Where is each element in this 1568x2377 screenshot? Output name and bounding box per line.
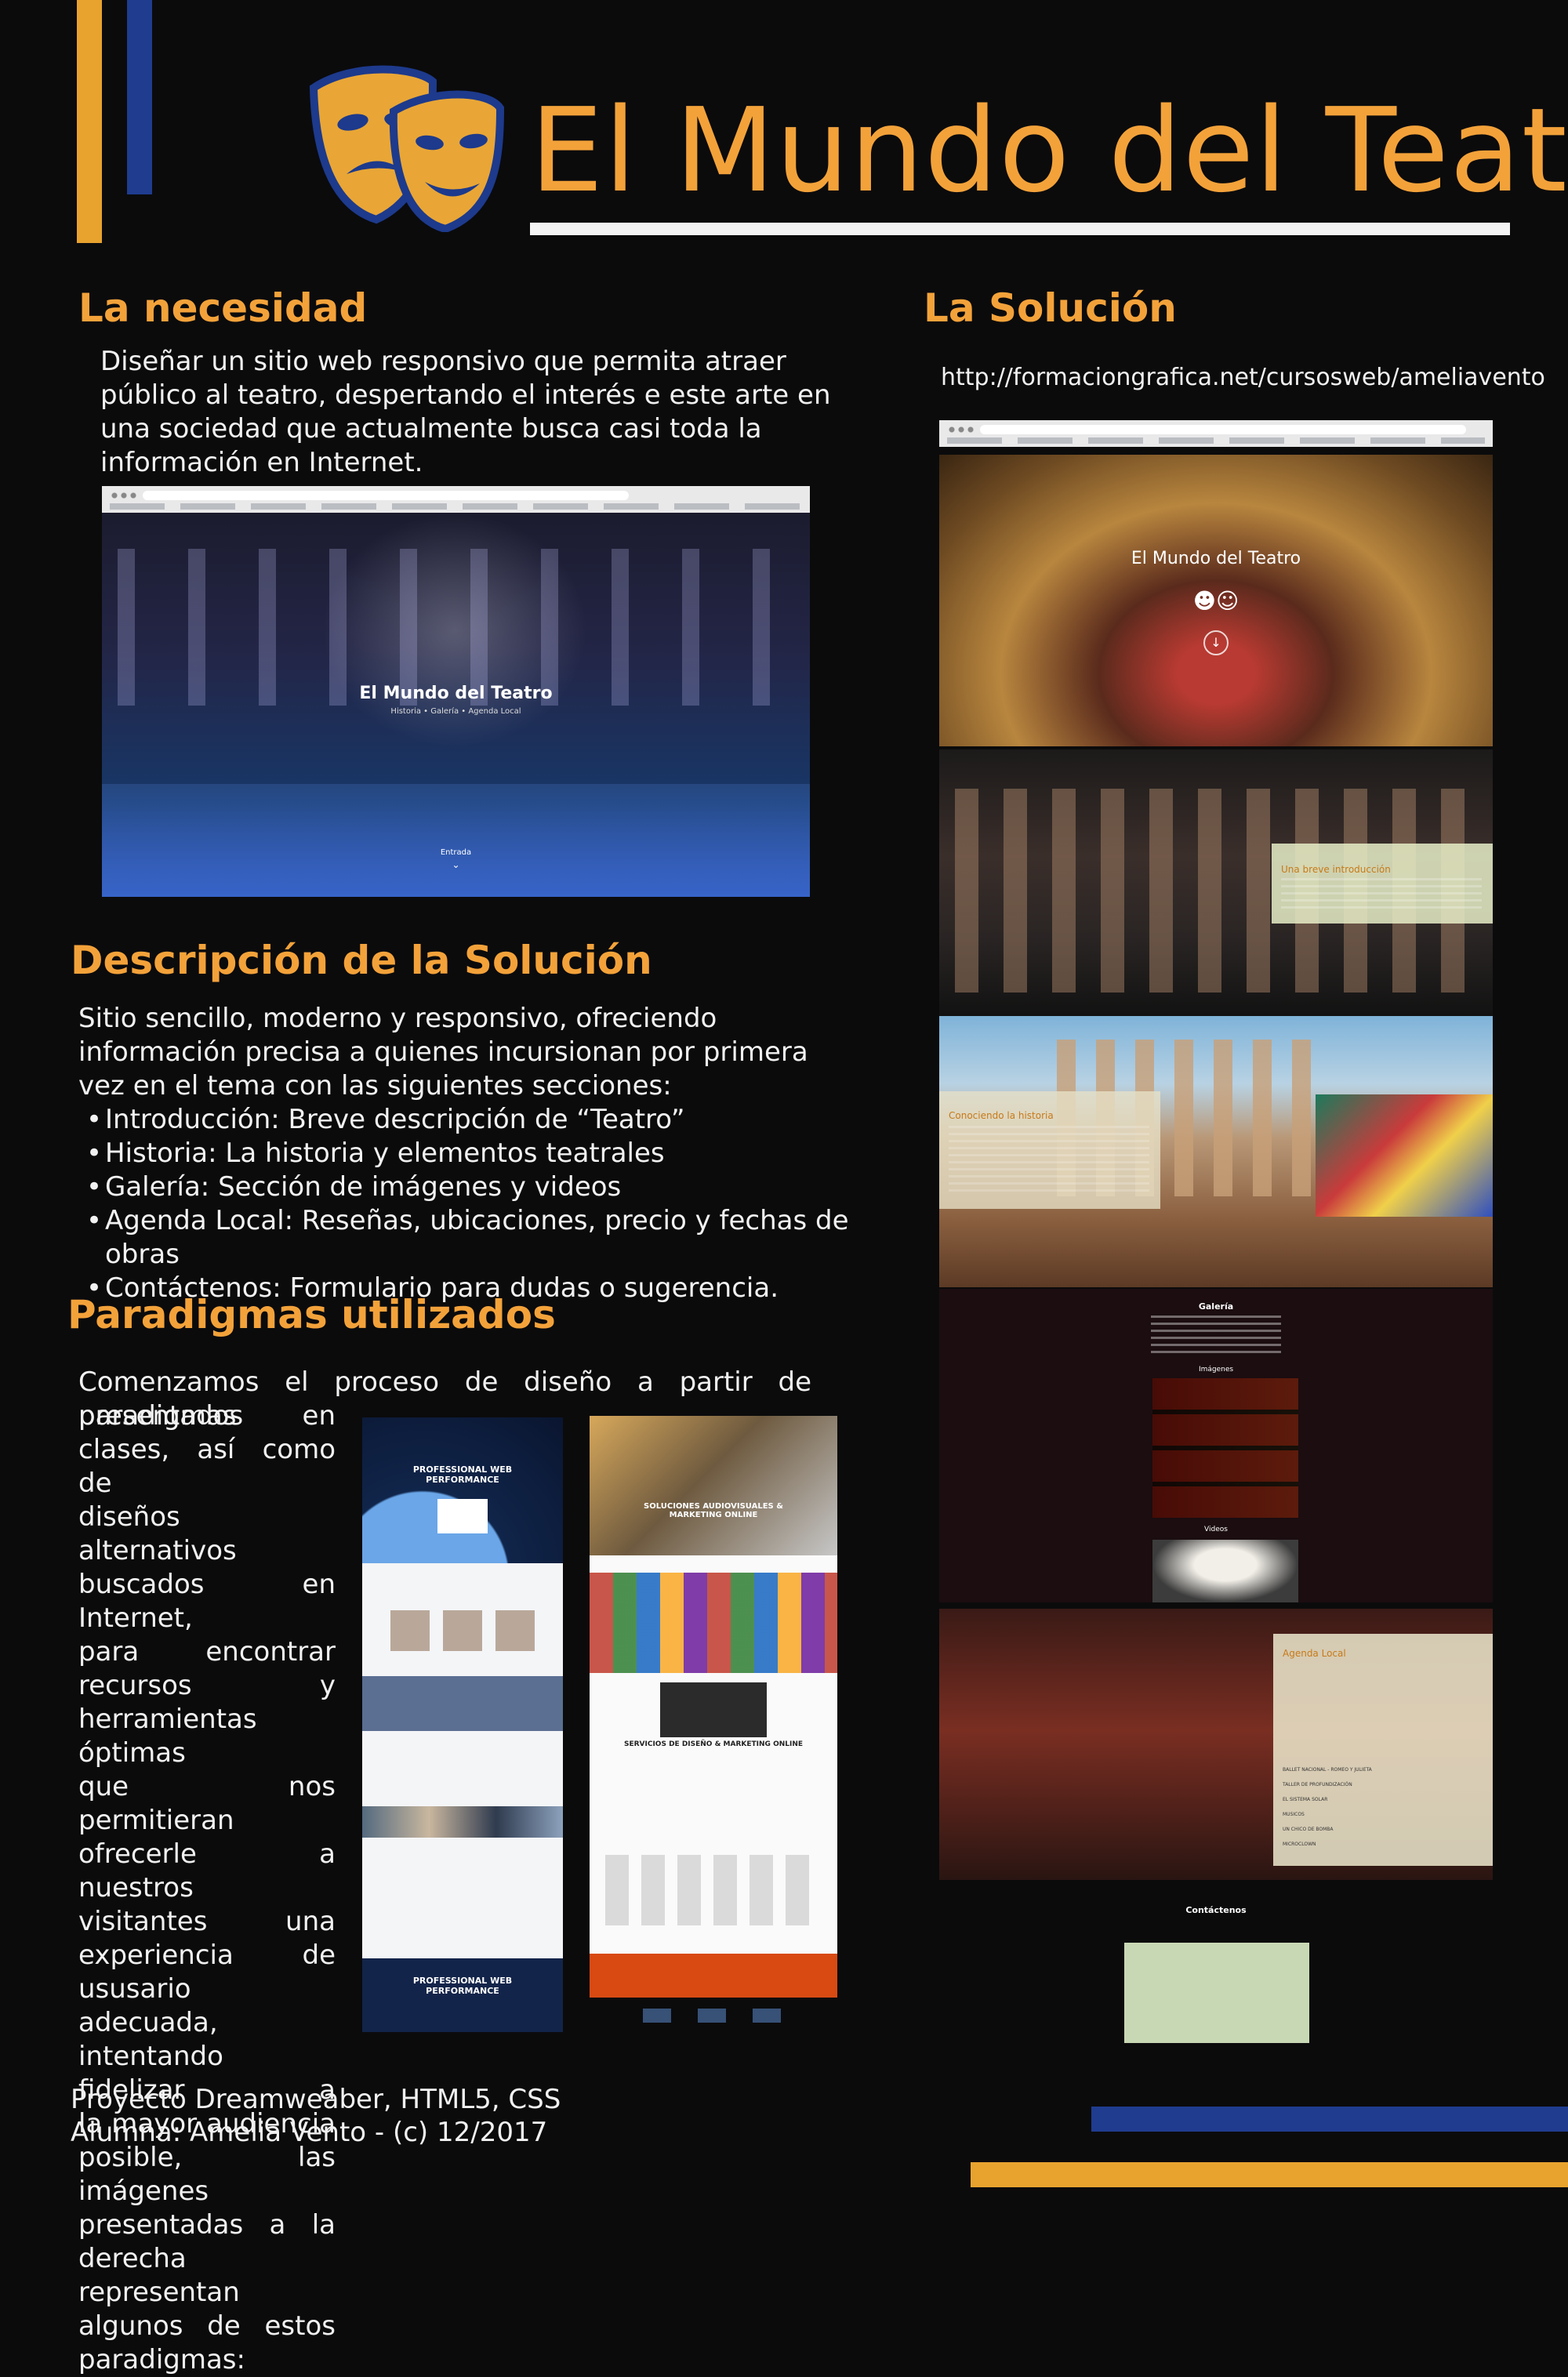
footer-author: Alumna: Amelia Vento - (c) 12/2017 bbox=[71, 2117, 548, 2148]
paradigm2-orange-footer bbox=[590, 1954, 837, 1998]
solucion-heading: La Solución bbox=[924, 285, 1177, 331]
list-item: Agenda Local: Reseñas, ubicaciones, prec… bbox=[78, 1204, 862, 1272]
screenshot-hero-nav: Historia • Galería • Agenda Local bbox=[390, 707, 521, 716]
agenda-item[interactable]: MICROCLOWN bbox=[1283, 1837, 1479, 1852]
solution-historia-heading: Conociendo la historia bbox=[949, 1110, 1054, 1121]
agenda-item[interactable]: UN CHICO DE BOMBA bbox=[1283, 1822, 1479, 1837]
paradigm1-form bbox=[437, 1499, 488, 1533]
theatre-masks-logo bbox=[309, 65, 505, 232]
paradigmas-line: visitantes una bbox=[78, 1906, 336, 1937]
paradigm2-services-title: SERVICIOS DE DISEÑO & MARKETING ONLINE bbox=[623, 1740, 804, 1748]
solution-video-thumb bbox=[1152, 1540, 1298, 1602]
blue-horizontal-bar bbox=[1091, 2107, 1568, 2132]
paradigmas-heading: Paradigmas utilizados bbox=[67, 1292, 556, 1337]
paradigmas-line: paradigmas: bbox=[78, 2344, 245, 2375]
paradigm2-footer-logos bbox=[643, 2009, 800, 2023]
paradigm1-hero bbox=[362, 1417, 563, 1563]
necesidad-text: Diseñar un sitio web responsivo que perm… bbox=[100, 346, 831, 478]
agenda-item[interactable]: BALLET NACIONAL - ROMEO Y JULIETA bbox=[1283, 1762, 1479, 1777]
list-item: Introducción: Breve descripción de “Teat… bbox=[78, 1103, 862, 1137]
title-underline bbox=[530, 223, 1510, 235]
solucion-url[interactable]: http://formaciongrafica.net/cursosweb/am… bbox=[941, 364, 1545, 391]
paradigm1-hero-title: PROFESSIONAL WEB PERFORMANCE bbox=[412, 1464, 513, 1485]
paradigmas-line: experiencia de bbox=[78, 1940, 336, 1971]
list-item: Galería: Sección de imágenes y videos bbox=[78, 1170, 862, 1204]
solution-agenda-heading: Agenda Local bbox=[1283, 1648, 1346, 1659]
paradigmas-line: buscados en Internet, bbox=[78, 1569, 336, 1634]
paradigmas-line: derecha representan bbox=[78, 2243, 240, 2308]
paradigm2-hero bbox=[590, 1416, 837, 1555]
solution-historia-inset bbox=[1316, 1094, 1493, 1217]
paradigmas-line: clases, así como de bbox=[78, 1434, 336, 1499]
solution-intro-text bbox=[1281, 878, 1482, 909]
dancers-silhouettes bbox=[118, 549, 792, 706]
paradigm1-people bbox=[390, 1610, 535, 1651]
chevron-down-icon: ⌄ bbox=[452, 859, 460, 870]
paradigmas-text-column: presentados en clases, así como de diseñ… bbox=[78, 1399, 336, 2377]
necesidad-heading: La necesidad bbox=[78, 285, 368, 331]
solution-videos-label: Videos bbox=[1204, 1526, 1228, 1533]
screenshot-hero-button: Entrada bbox=[440, 848, 472, 857]
poster-title: El Mundo del Teatro bbox=[530, 83, 1568, 218]
solution-hero-title: El Mundo del Teatro bbox=[1131, 549, 1301, 568]
paradigm-screenshot-2: SOLUCIONES AUDIOVISUALES & MARKETING ONL… bbox=[590, 1416, 837, 1998]
water-glow bbox=[102, 784, 810, 897]
paradigm1-footer-title: PROFESSIONAL WEB PERFORMANCE bbox=[412, 1976, 513, 1996]
solution-screenshot: El Mundo del Teatro ☻☺ ↓ Una breve intro… bbox=[939, 420, 1493, 2106]
masks-icon: ☻☺ bbox=[1192, 588, 1240, 614]
descripcion-intro: Sitio sencillo, moderno y responsivo, of… bbox=[78, 1003, 808, 1101]
paradigmas-line: presentados en bbox=[78, 1400, 336, 1432]
agenda-item[interactable]: EL SISTEMA SOLAR bbox=[1283, 1792, 1479, 1807]
agenda-item[interactable]: TALLER DE PROFUNDIZACIÓN bbox=[1283, 1777, 1479, 1792]
solution-gallery-thumbs bbox=[1152, 1378, 1298, 1518]
solution-imagenes-label: Imágenes bbox=[1198, 1366, 1234, 1374]
paradigmas-line: ofrecerle a nuestros bbox=[78, 1838, 336, 1903]
solution-contact-heading: Contáctenos bbox=[1185, 1905, 1247, 1915]
paradigmas-line: recursos y bbox=[78, 1670, 336, 1701]
paradigm2-hero-title: SOLUCIONES AUDIOVISUALES & MARKETING ONL… bbox=[644, 1502, 783, 1519]
orange-vertical-bar bbox=[77, 0, 102, 243]
blue-vertical-bar bbox=[127, 0, 152, 194]
solution-browser-toolbar bbox=[939, 420, 1493, 447]
necesidad-screenshot: El Mundo del Teatro Historia • Galería •… bbox=[102, 486, 810, 897]
solution-historia-text bbox=[949, 1126, 1149, 1196]
solution-galeria-heading: Galería bbox=[1198, 1301, 1234, 1312]
footer-project: Proyecto Dreamweaber, HTML5, CSS bbox=[71, 2084, 561, 2115]
paradigmas-line: posible, las imágenes bbox=[78, 2142, 336, 2207]
paradigmas-line: herramientas óptimas bbox=[78, 1704, 257, 1769]
paradigm2-grid bbox=[590, 1573, 837, 1673]
paradigm2-devices bbox=[660, 1682, 767, 1737]
paradigm2-clients bbox=[605, 1855, 822, 1925]
solution-contact-form[interactable] bbox=[1124, 1943, 1309, 2043]
sections-list: Introducción: Breve descripción de “Teat… bbox=[78, 1103, 862, 1305]
paradigmas-line: presentadas a la bbox=[78, 2209, 336, 2241]
descripcion-heading: Descripción de la Solución bbox=[71, 938, 652, 983]
paradigm1-photo-strip bbox=[362, 1806, 563, 1838]
solution-agenda-list: BALLET NACIONAL - ROMEO Y JULIETA TALLER… bbox=[1283, 1762, 1479, 1852]
paradigmas-line: algunos de estos bbox=[78, 2310, 336, 2342]
paradigmas-line: diseños alternativos bbox=[78, 1501, 237, 1566]
paradigmas-line: ususario adecuada, bbox=[78, 1973, 218, 2038]
paradigm-screenshot-1: PROFESSIONAL WEB PERFORMANCE PROFESSIONA… bbox=[362, 1417, 563, 2032]
paradigmas-line: para encontrar bbox=[78, 1636, 336, 1668]
browser-toolbar bbox=[102, 486, 810, 513]
arrow-down-circle-icon: ↓ bbox=[1203, 630, 1229, 655]
agenda-item[interactable]: MUSICOS bbox=[1283, 1807, 1479, 1822]
solution-intro-heading: Una breve introducción bbox=[1281, 864, 1391, 875]
paradigmas-line: que nos permitieran bbox=[78, 1771, 336, 1836]
solution-galeria-text bbox=[1151, 1316, 1281, 1353]
paradigm1-blue-band bbox=[362, 1676, 563, 1731]
orange-horizontal-bar bbox=[971, 2162, 1568, 2187]
list-item: Historia: La historia y elementos teatra… bbox=[78, 1137, 862, 1170]
screenshot-hero-title: El Mundo del Teatro bbox=[359, 684, 553, 703]
